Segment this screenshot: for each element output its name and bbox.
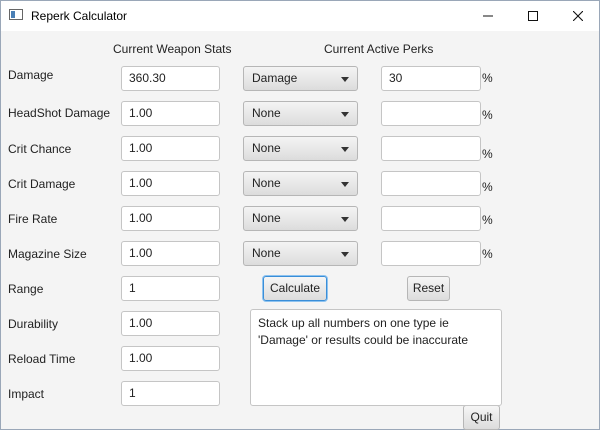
crit-chance-label: Crit Chance	[8, 142, 72, 156]
perk-value-6-field[interactable]	[381, 241, 481, 266]
minimize-button[interactable]	[465, 1, 511, 31]
close-icon	[573, 11, 583, 21]
perk-select-4-value: None	[252, 176, 281, 190]
perk-select-2-value: None	[252, 106, 281, 120]
percent-label: %	[482, 180, 493, 194]
weapon-stats-heading: Current Weapon Stats	[113, 42, 232, 56]
headshot-damage-label: HeadShot Damage	[8, 106, 111, 120]
chevron-down-icon	[341, 77, 349, 82]
chevron-down-icon	[341, 147, 349, 152]
magazine-size-field[interactable]: 1.00	[121, 241, 220, 266]
window-title: Reperk Calculator	[31, 9, 128, 23]
percent-label: %	[482, 213, 493, 227]
impact-label: Impact	[8, 387, 45, 401]
reload-time-field[interactable]: 1.00	[121, 346, 220, 371]
reload-time-label: Reload Time	[8, 352, 76, 366]
percent-label: %	[482, 147, 493, 161]
durability-label: Durability	[8, 317, 59, 331]
maximize-icon	[528, 11, 538, 21]
impact-field[interactable]: 1	[121, 381, 220, 406]
damage-field[interactable]: 360.30	[121, 66, 220, 91]
damage-label: Damage	[8, 68, 54, 82]
perk-value-3-field[interactable]	[381, 136, 481, 161]
perk-select-5[interactable]: None	[243, 206, 358, 231]
active-perks-heading: Current Active Perks	[324, 42, 434, 56]
perk-select-5-value: None	[252, 211, 281, 225]
fire-rate-label: Fire Rate	[8, 212, 58, 226]
minimize-icon	[483, 15, 493, 17]
perk-select-3[interactable]: None	[243, 136, 358, 161]
perk-value-5-field[interactable]	[381, 206, 481, 231]
perk-value-1-field[interactable]: 30	[381, 66, 481, 91]
chevron-down-icon	[341, 182, 349, 187]
magazine-size-label: Magazine Size	[8, 247, 87, 261]
maximize-button[interactable]	[510, 1, 556, 31]
quit-button[interactable]: Quit	[463, 405, 500, 430]
chevron-down-icon	[341, 252, 349, 257]
perk-select-2[interactable]: None	[243, 101, 358, 126]
chevron-down-icon	[341, 217, 349, 222]
results-textarea[interactable]: Stack up all numbers on one type ie 'Dam…	[250, 309, 502, 406]
perk-select-4[interactable]: None	[243, 171, 358, 196]
perk-value-4-field[interactable]	[381, 171, 481, 196]
range-field[interactable]: 1	[121, 276, 220, 301]
title-bar: Reperk Calculator	[1, 1, 599, 31]
app-window: Reperk Calculator Current Weapon Stats C…	[0, 0, 600, 430]
percent-label: %	[482, 71, 493, 85]
range-label: Range	[8, 282, 44, 296]
percent-label: %	[482, 247, 493, 261]
durability-field[interactable]: 1.00	[121, 311, 220, 336]
perk-select-6[interactable]: None	[243, 241, 358, 266]
chevron-down-icon	[341, 112, 349, 117]
reset-button[interactable]: Reset	[407, 276, 450, 301]
app-icon	[9, 9, 23, 20]
crit-damage-field[interactable]: 1.00	[121, 171, 220, 196]
perk-select-6-value: None	[252, 246, 281, 260]
crit-chance-field[interactable]: 1.00	[121, 136, 220, 161]
crit-damage-label: Crit Damage	[8, 177, 76, 191]
percent-label: %	[482, 108, 493, 122]
headshot-damage-field[interactable]: 1.00	[121, 101, 220, 126]
calculate-button[interactable]: Calculate	[263, 276, 327, 301]
perk-select-1[interactable]: Damage	[243, 66, 358, 91]
perk-select-1-value: Damage	[252, 71, 298, 85]
perk-value-2-field[interactable]	[381, 101, 481, 126]
fire-rate-field[interactable]: 1.00	[121, 206, 220, 231]
close-button[interactable]	[555, 1, 601, 31]
perk-select-3-value: None	[252, 141, 281, 155]
